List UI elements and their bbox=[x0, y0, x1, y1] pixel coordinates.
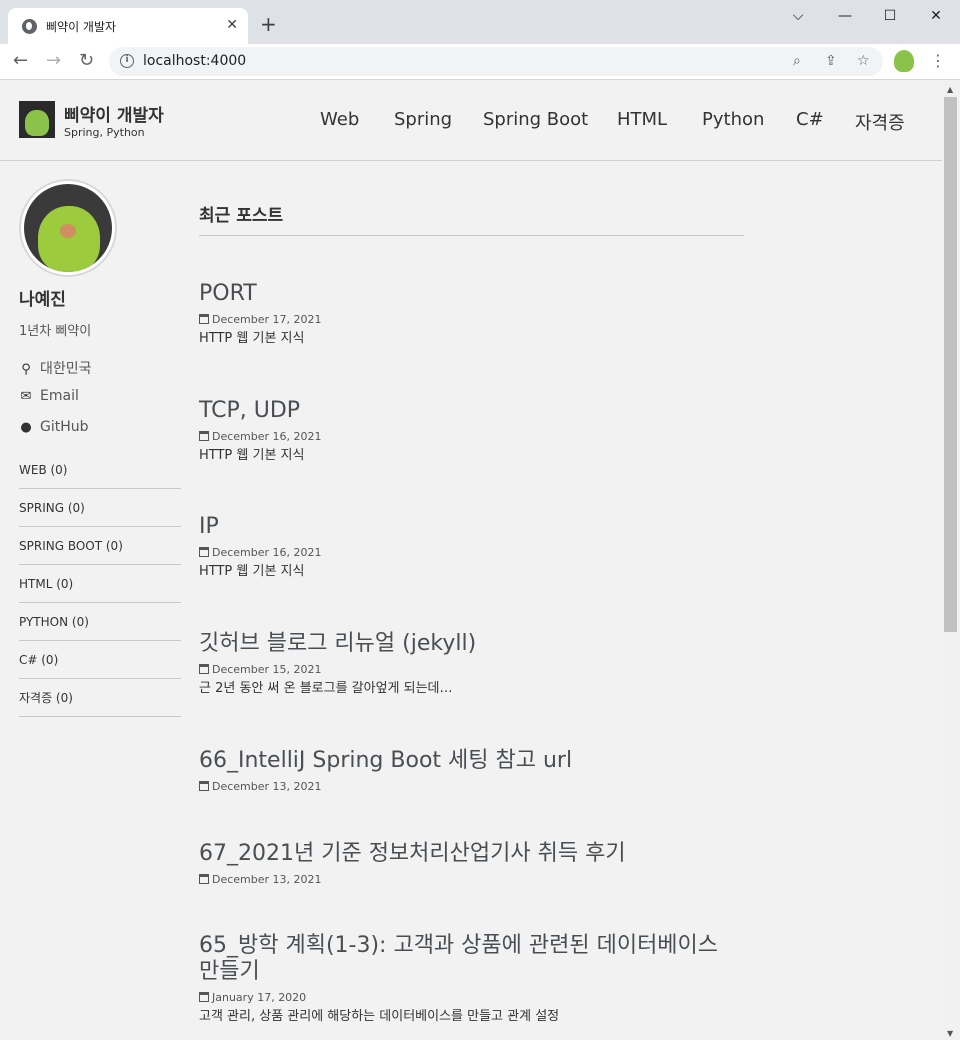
author-name: 나예진 bbox=[19, 290, 66, 310]
globe-icon bbox=[22, 19, 37, 34]
post-title[interactable]: 깃허브 블로그 리뉴얼 (jekyll) bbox=[199, 631, 744, 657]
section-title: 최근 포스트 bbox=[199, 201, 744, 236]
nav-web[interactable]: Web bbox=[320, 109, 359, 130]
maximize-button[interactable]: ☐ bbox=[875, 4, 905, 28]
post-item: 66_IntelliJ Spring Boot 세팅 참고 url Decemb… bbox=[199, 748, 744, 794]
author-location: ⚲ 대한민국 bbox=[19, 358, 91, 378]
site-logo[interactable] bbox=[19, 101, 55, 138]
envelope-icon: ✉ bbox=[20, 389, 32, 404]
post-item: 65_방학 계획(1-3): 고객과 상품에 관련된 데이터베이스 만들기 Ja… bbox=[199, 933, 744, 1026]
nav-csharp[interactable]: C# bbox=[796, 109, 824, 130]
minimize-button[interactable]: — bbox=[830, 4, 860, 28]
calendar-icon bbox=[199, 314, 209, 324]
author-github-link[interactable]: ● GitHub bbox=[19, 419, 88, 435]
post-excerpt: 고객 관리, 상품 관리에 해당하는 데이터베이스를 만들고 관계 설정 bbox=[199, 1009, 560, 1024]
tab-title: 삐약이 개발자 bbox=[46, 20, 117, 34]
post-date: December 13, 2021 bbox=[199, 780, 744, 794]
category-spring[interactable]: SPRING (0) bbox=[19, 489, 181, 527]
post-date: December 15, 2021 bbox=[199, 663, 744, 677]
post-title[interactable]: 67_2021년 기준 정보처리산업기사 취득 후기 bbox=[199, 841, 744, 867]
calendar-icon bbox=[199, 874, 209, 884]
browser-tab-bar: 삐약이 개발자 ✕ + ⌵ — ☐ ✕ bbox=[0, 0, 960, 44]
category-html[interactable]: HTML (0) bbox=[19, 565, 181, 603]
post-item: PORT December 17, 2021 HTTP 웹 기본 지식 bbox=[199, 281, 744, 348]
address-bar[interactable]: i localhost:4000 ⌕ ⇪ ☆ bbox=[109, 47, 883, 76]
tab-search-icon[interactable]: ⌵ bbox=[783, 4, 813, 28]
nav-python[interactable]: Python bbox=[702, 109, 764, 130]
url-text[interactable]: localhost:4000 bbox=[143, 53, 246, 69]
forward-icon[interactable]: → bbox=[46, 50, 61, 72]
author-email-link[interactable]: ✉ Email bbox=[19, 388, 79, 404]
browser-menu-icon[interactable]: ⋮ bbox=[930, 50, 946, 72]
calendar-icon bbox=[199, 431, 209, 441]
nav-spring[interactable]: Spring bbox=[394, 109, 452, 130]
post-excerpt: HTTP 웹 기본 지식 bbox=[199, 331, 305, 346]
close-window-button[interactable]: ✕ bbox=[921, 4, 951, 28]
post-item: IP December 16, 2021 HTTP 웹 기본 지식 bbox=[199, 514, 744, 581]
nav-certificate[interactable]: 자격증 bbox=[855, 109, 905, 135]
back-icon[interactable]: ← bbox=[13, 50, 28, 72]
post-date: December 16, 2021 bbox=[199, 546, 744, 560]
page-scrollbar[interactable]: ▲ ▼ bbox=[942, 81, 960, 1040]
scroll-thumb[interactable] bbox=[944, 97, 957, 632]
calendar-icon bbox=[199, 992, 209, 1002]
category-spring-boot[interactable]: SPRING BOOT (0) bbox=[19, 527, 181, 565]
post-item: 깃허브 블로그 리뉴얼 (jekyll) December 15, 2021 근… bbox=[199, 631, 744, 698]
post-title[interactable]: 65_방학 계획(1-3): 고객과 상품에 관련된 데이터베이스 만들기 bbox=[199, 933, 744, 985]
calendar-icon bbox=[199, 547, 209, 557]
reload-icon[interactable]: ↻ bbox=[79, 50, 94, 72]
category-csharp[interactable]: C# (0) bbox=[19, 641, 181, 679]
extension-avatar-icon[interactable] bbox=[894, 50, 914, 72]
page-content: 삐약이 개발자 Spring, Python Web Spring Spring… bbox=[0, 81, 942, 1040]
post-title[interactable]: IP bbox=[199, 514, 744, 540]
post-excerpt: HTTP 웹 기본 지식 bbox=[199, 448, 305, 463]
scroll-down-icon[interactable]: ▼ bbox=[947, 1029, 953, 1038]
browser-toolbar: ← → ↻ i localhost:4000 ⌕ ⇪ ☆ ⋮ bbox=[0, 44, 960, 80]
post-item: 67_2021년 기준 정보처리산업기사 취득 후기 December 13, … bbox=[199, 841, 744, 887]
post-date: December 17, 2021 bbox=[199, 313, 744, 327]
avatar bbox=[19, 179, 117, 277]
share-icon[interactable]: ⇪ bbox=[825, 52, 837, 70]
tab-close-icon[interactable]: ✕ bbox=[226, 16, 238, 34]
post-title[interactable]: TCP, UDP bbox=[199, 398, 744, 424]
post-item: TCP, UDP December 16, 2021 HTTP 웹 기본 지식 bbox=[199, 398, 744, 465]
site-title[interactable]: 삐약이 개발자 bbox=[64, 101, 164, 126]
author-bio: 1년차 삐약이 bbox=[19, 324, 92, 339]
post-excerpt: 근 2년 동안 써 온 블로그를 갈아엎게 되는데… bbox=[199, 681, 453, 696]
scroll-up-icon[interactable]: ▲ bbox=[947, 85, 953, 94]
nav-spring-boot[interactable]: Spring Boot bbox=[483, 109, 588, 130]
map-marker-icon: ⚲ bbox=[21, 362, 31, 377]
calendar-icon bbox=[199, 664, 209, 674]
post-title[interactable]: PORT bbox=[199, 281, 744, 307]
browser-tab[interactable]: 삐약이 개발자 ✕ bbox=[8, 8, 248, 44]
site-info-icon[interactable]: i bbox=[120, 54, 134, 68]
github-icon: ● bbox=[20, 420, 32, 435]
nav-html[interactable]: HTML bbox=[617, 109, 667, 130]
bookmark-star-icon[interactable]: ☆ bbox=[857, 52, 870, 70]
new-tab-button[interactable]: + bbox=[260, 12, 277, 36]
calendar-icon bbox=[199, 781, 209, 791]
post-title[interactable]: 66_IntelliJ Spring Boot 세팅 참고 url bbox=[199, 748, 744, 774]
masthead: 삐약이 개발자 Spring, Python Web Spring Spring… bbox=[0, 81, 942, 161]
post-date: January 17, 2020 bbox=[199, 991, 744, 1005]
post-date: December 13, 2021 bbox=[199, 873, 744, 887]
site-subtitle: Spring, Python bbox=[64, 126, 145, 139]
post-excerpt: HTTP 웹 기본 지식 bbox=[199, 564, 305, 579]
category-certificate[interactable]: 자격증 (0) bbox=[19, 679, 181, 717]
zoom-icon[interactable]: ⌕ bbox=[793, 52, 801, 70]
post-date: December 16, 2021 bbox=[199, 430, 744, 444]
category-web[interactable]: WEB (0) bbox=[19, 451, 181, 489]
category-python[interactable]: PYTHON (0) bbox=[19, 603, 181, 641]
